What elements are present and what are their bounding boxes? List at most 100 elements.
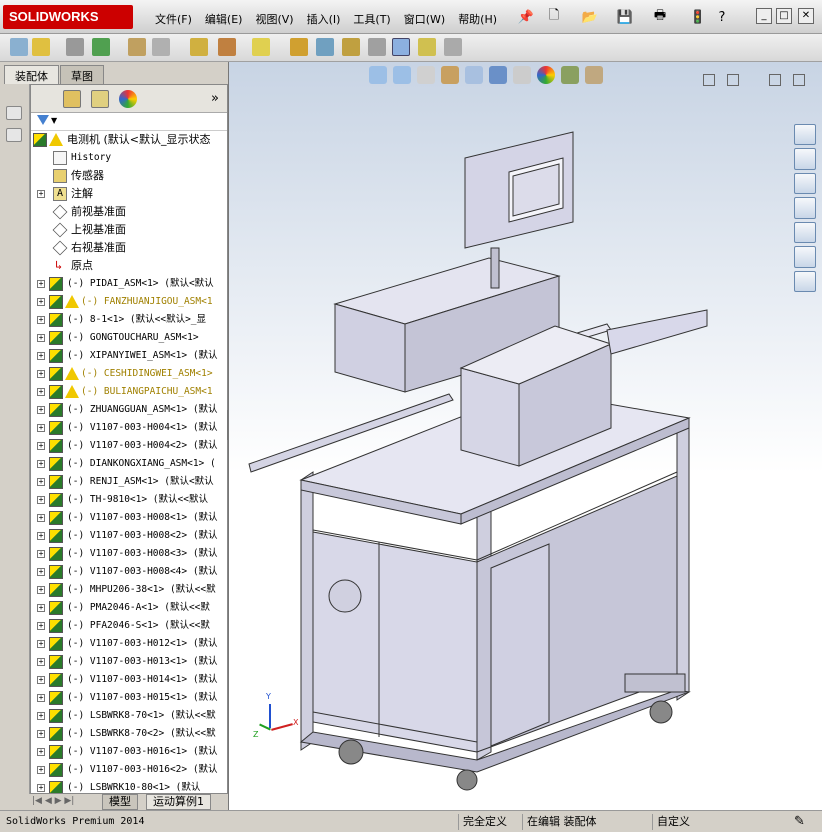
design-library-icon[interactable] xyxy=(794,172,816,195)
smart-fastener-icon[interactable] xyxy=(128,38,146,56)
tab-motion-study-1[interactable]: 运动算例1 xyxy=(146,794,211,810)
expand-icon[interactable]: + xyxy=(37,496,45,504)
tree-component-row[interactable]: + (-) LSBWRK10-80<1> (默认 xyxy=(31,779,227,793)
rebuild-icon[interactable]: 🚦 xyxy=(688,7,708,27)
tab-sketch[interactable]: 草图 xyxy=(60,65,104,84)
appearances-icon[interactable] xyxy=(794,246,816,268)
menu-file[interactable]: 文件(F) xyxy=(150,9,197,29)
tree-component-row[interactable]: + (-) V1107-003-H013<1> (默认 xyxy=(31,653,227,671)
expand-icon[interactable]: + xyxy=(37,316,45,324)
print-icon[interactable]: 🖶 xyxy=(650,7,670,27)
new-motion-study-icon[interactable] xyxy=(290,38,308,56)
tree-component-row[interactable]: + (-) V1107-003-H008<3> (默认 xyxy=(31,545,227,563)
tree-component-row[interactable]: + (-) ZHUANGGUAN_ASM<1> (默认 xyxy=(31,401,227,419)
hide-show-icon[interactable] xyxy=(190,38,208,56)
move-component-icon[interactable] xyxy=(152,38,170,56)
expand-icon[interactable]: + xyxy=(37,298,45,306)
file-explorer-icon[interactable] xyxy=(794,197,816,219)
tab-model[interactable]: 模型 xyxy=(102,794,138,810)
expand-icon[interactable]: + xyxy=(37,514,45,522)
display-manager-icon[interactable] xyxy=(119,90,137,108)
tab-assembly[interactable]: 装配体 xyxy=(4,65,59,84)
reference-geometry-icon[interactable] xyxy=(252,38,270,56)
expand-icon[interactable]: + xyxy=(37,334,45,342)
custom-properties-icon[interactable] xyxy=(794,270,816,292)
interference-detection-icon[interactable] xyxy=(392,38,410,56)
tree-component-row[interactable]: + (-) PMA2046-A<1> (默认<<默 xyxy=(31,599,227,617)
expand-icon[interactable]: + xyxy=(37,532,45,540)
expand-icon[interactable]: + xyxy=(37,406,45,414)
resources-icon[interactable] xyxy=(794,124,816,146)
tree-component-row[interactable]: + (-) V1107-003-H008<4> (默认 xyxy=(31,563,227,581)
expand-icon[interactable]: + xyxy=(37,388,45,396)
menu-edit[interactable]: 编辑(E) xyxy=(200,9,248,29)
tree-component-row[interactable]: + (-) V1107-003-H008<2> (默认 xyxy=(31,527,227,545)
expand-icon[interactable]: + xyxy=(37,658,45,666)
help-icon[interactable]: ? xyxy=(712,7,732,27)
open-file-icon[interactable]: 📂 xyxy=(580,7,600,27)
menu-view[interactable]: 视图(V) xyxy=(250,9,298,29)
tree-component-row[interactable]: + (-) V1107-003-H012<1> (默认 xyxy=(31,635,227,653)
bill-of-materials-icon[interactable] xyxy=(316,38,334,56)
tree-component-row[interactable]: + (-) 8-1<1> (默认<<默认>_显 xyxy=(31,311,227,329)
expand-icon[interactable]: + xyxy=(37,190,45,198)
tree-component-row[interactable]: + (-) V1107-003-H015<1> (默认 xyxy=(31,689,227,707)
explode-line-icon[interactable] xyxy=(368,38,386,56)
tree-component-row[interactable]: + (-) PFA2046-S<1> (默认<<默 xyxy=(31,617,227,635)
tree-item-history[interactable]: History xyxy=(31,149,227,167)
tree-component-row[interactable]: + (-) BULIANGPAICHU_ASM<1 xyxy=(31,383,227,401)
tree-item-front-plane[interactable]: 前视基准面 xyxy=(31,203,227,221)
filter-dropdown-icon[interactable]: ▼ xyxy=(51,116,57,125)
menu-insert[interactable]: 插入(I) xyxy=(302,9,346,29)
expand-icon[interactable]: + xyxy=(37,730,45,738)
tree-item-right-plane[interactable]: 右视基准面 xyxy=(31,239,227,257)
restore-button[interactable]: □ xyxy=(776,8,792,24)
exploded-view-icon[interactable] xyxy=(342,38,360,56)
configuration-manager-icon[interactable] xyxy=(91,90,109,108)
close-button[interactable]: ✕ xyxy=(798,8,814,24)
expand-icon[interactable]: + xyxy=(37,442,45,450)
view-palette-icon[interactable] xyxy=(794,221,816,244)
tree-component-row[interactable]: + (-) V1107-003-H008<1> (默认 xyxy=(31,509,227,527)
expand-icon[interactable]: + xyxy=(37,586,45,594)
filter-icon[interactable] xyxy=(37,115,49,125)
tree-root[interactable]: 电测机 (默认<默认_显示状态 xyxy=(31,131,227,149)
mate-icon[interactable] xyxy=(32,38,50,56)
new-file-icon[interactable]: 🗋 xyxy=(544,7,564,27)
tree-component-row[interactable]: + (-) MHPU206-38<1> (默认<<默 xyxy=(31,581,227,599)
graphics-viewport[interactable]: Y X Z xyxy=(228,62,822,810)
expand-icon[interactable]: + xyxy=(37,622,45,630)
tree-component-row[interactable]: + (-) PIDAI_ASM<1> (默认<默认 xyxy=(31,275,227,293)
minimize-button[interactable]: _ xyxy=(756,8,772,24)
tree-component-row[interactable]: + (-) V1107-003-H014<1> (默认 xyxy=(31,671,227,689)
expand-panel-icon[interactable]: » xyxy=(211,91,219,106)
sketch-tool-icon[interactable] xyxy=(6,106,22,120)
tree-component-row[interactable]: + (-) GONGTOUCHARU_ASM<1> xyxy=(31,329,227,347)
feature-manager-icon[interactable] xyxy=(37,90,55,108)
tree-component-row[interactable]: + (-) TH-9810<1> (默认<<默认 xyxy=(31,491,227,509)
expand-icon[interactable]: + xyxy=(37,784,45,792)
tree-component-row[interactable]: + (-) CESHIDINGWEI_ASM<1> xyxy=(31,365,227,383)
tree-item-top-plane[interactable]: 上视基准面 xyxy=(31,221,227,239)
tree-component-row[interactable]: + (-) XIPANYIWEI_ASM<1> (默认 xyxy=(31,347,227,365)
pattern-icon[interactable] xyxy=(92,38,110,56)
smart-dimension-icon[interactable] xyxy=(6,128,22,142)
tree-component-row[interactable]: + (-) DIANKONGXIANG_ASM<1> ( xyxy=(31,455,227,473)
menu-tools[interactable]: 工具(T) xyxy=(348,9,395,29)
expand-icon[interactable]: + xyxy=(37,424,45,432)
expand-icon[interactable]: + xyxy=(37,694,45,702)
tree-item-origin[interactable]: ↳ 原点 xyxy=(31,257,227,275)
expand-icon[interactable]: + xyxy=(37,550,45,558)
expand-icon[interactable]: + xyxy=(37,280,45,288)
paperclip-icon[interactable] xyxy=(66,38,84,56)
tree-component-row[interactable]: + (-) LSBWRK8-70<2> (默认<<默 xyxy=(31,725,227,743)
expand-icon[interactable]: + xyxy=(37,640,45,648)
tree-item-sensors[interactable]: 传感器 xyxy=(31,167,227,185)
menu-help[interactable]: 帮助(H) xyxy=(453,9,502,29)
expand-icon[interactable]: + xyxy=(37,568,45,576)
tree-item-annotations[interactable]: + A 注解 xyxy=(31,185,227,203)
expand-icon[interactable]: + xyxy=(37,478,45,486)
property-manager-icon[interactable] xyxy=(63,90,81,108)
expand-icon[interactable]: + xyxy=(37,370,45,378)
menu-window[interactable]: 窗口(W) xyxy=(399,9,450,29)
